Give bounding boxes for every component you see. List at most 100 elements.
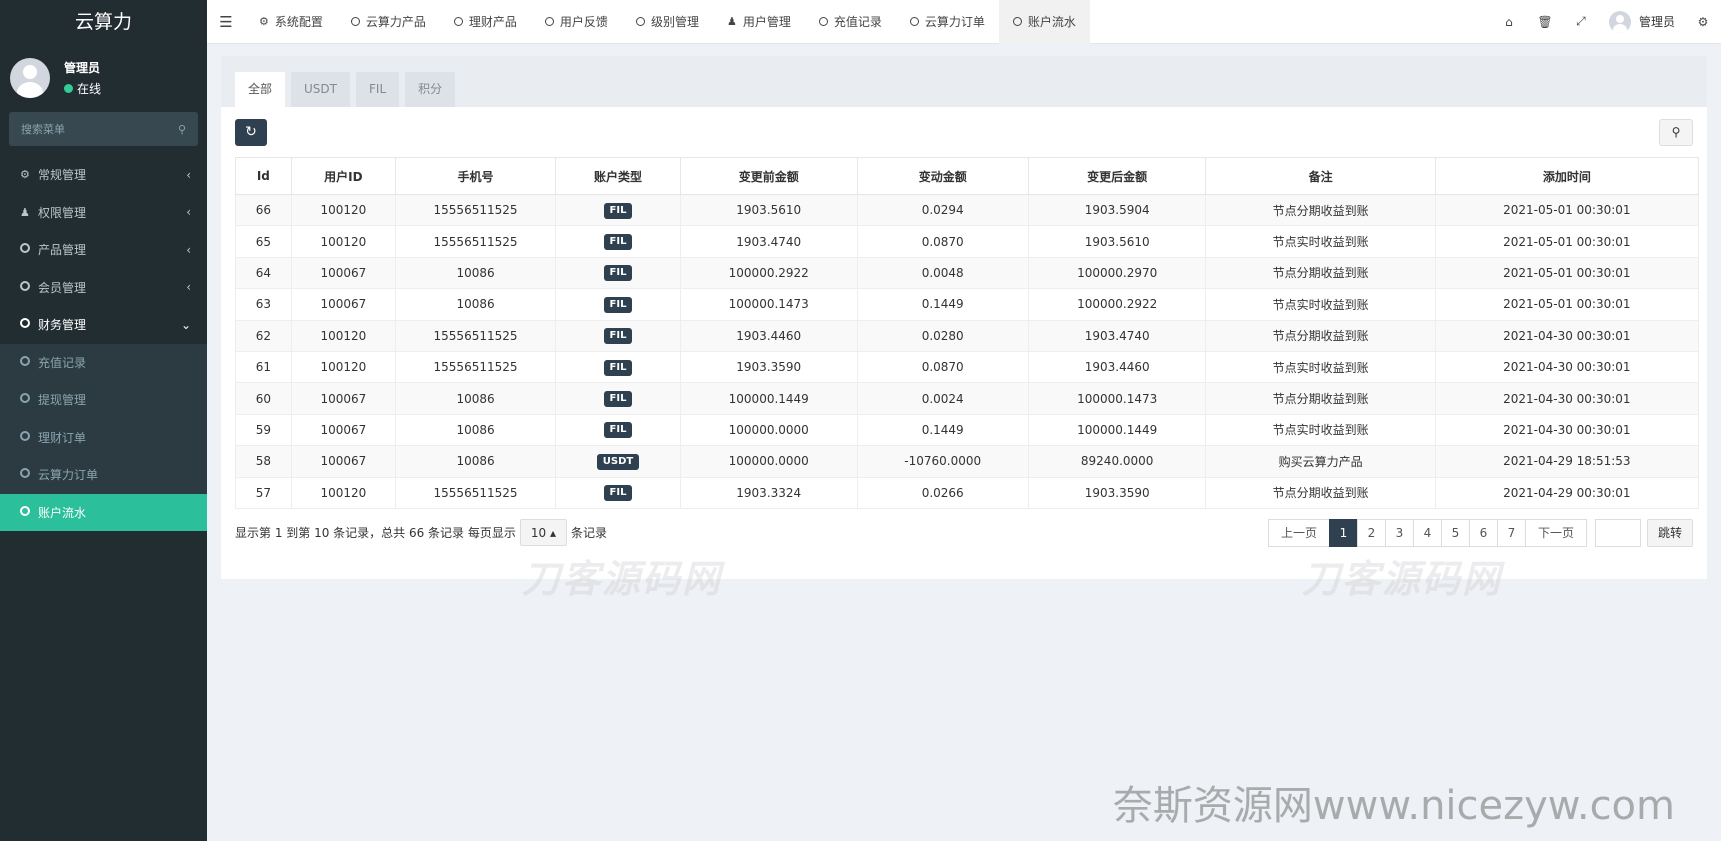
home-icon[interactable]: ⌂ [1491,15,1527,29]
account-type-badge: FIL [603,234,633,251]
chevron-down-icon: ⌄ [180,317,191,332]
col-account-type[interactable]: 账户类型 [555,157,681,195]
page-7-button[interactable]: 7 [1496,518,1526,547]
account-type-badge: FIL [603,202,633,219]
col-change-amount[interactable]: 变动金额 [856,157,1029,195]
top-nav: ⚙ 系统配置 云算力产品 理财产品 用户反馈 级别管理 ♟ 用户管理 充值记录 云算… [245,0,1090,44]
cell-user-id: 100067 [290,382,397,415]
sidebar-item-account-flow[interactable]: 账户流水 [0,493,207,531]
refresh-button[interactable]: ↻ [235,118,267,146]
account-type-badge: FIL [603,328,633,345]
cell-id: 57 [235,477,292,509]
account-type-badge: FIL [603,296,633,313]
col-created-at[interactable]: 添加时间 [1434,157,1700,195]
col-remark[interactable]: 备注 [1205,157,1436,195]
circle-icon [544,17,554,26]
table-row[interactable]: 64 100067 10086 FIL 100000.2922 0.0048 100000.… [235,257,1700,289]
tab-account-flow[interactable]: 账户流水 [998,0,1090,44]
circle-icon [909,17,919,26]
tab-all[interactable]: 全部 [235,72,286,107]
trash-icon[interactable]: 🗑 [1527,15,1563,29]
tab-fil[interactable]: FIL [356,72,400,107]
prev-page-button[interactable]: 上一页 [1267,518,1330,547]
table-row[interactable]: 59 100067 10086 FIL 100000.0000 0.1449 100000.… [235,414,1700,446]
watermark-center-left: 刀客源码网 [522,557,723,601]
jump-button[interactable]: 跳转 [1646,518,1693,547]
sidebar-item-permissions[interactable]: ♟ 权限管理 ‹ [0,194,207,232]
circle-icon [20,355,30,366]
sidebar-item-wealth-orders[interactable]: 理财订单 [0,419,207,457]
table-row[interactable]: 62 100120 15556511525 FIL 1903.4460 0.0280 190… [235,320,1700,352]
cell-account-type: FIL [555,288,681,321]
table-row[interactable]: 57 100120 15556511525 FIL 1903.3324 0.0266 190… [235,477,1700,509]
col-id[interactable]: Id [235,157,292,195]
search-button[interactable]: ⚲ [1659,118,1693,146]
gears-icon[interactable]: ⚙ [1685,15,1721,29]
cell-remark: 节点实时收益到账 [1205,288,1436,321]
next-page-button[interactable]: 下一页 [1524,518,1587,547]
top-user-menu[interactable]: 管理员 [1599,10,1685,33]
caret-up-icon: ▴ [550,525,557,540]
cell-id: 64 [235,257,292,289]
tab-system-config[interactable]: ⚙ 系统配置 [245,0,337,44]
table-row[interactable]: 60 100067 10086 FIL 100000.1449 0.0024 100000.… [235,382,1700,415]
page-1-button[interactable]: 1 [1328,518,1358,547]
sidebar-item-recharge[interactable]: 充值记录 [0,344,207,382]
table-row[interactable]: 66 100120 15556511525 FIL 1903.5610 0.0294 190… [235,194,1700,226]
cell-remark: 节点实时收益到账 [1205,351,1436,383]
sidebar-item-withdraw[interactable]: 提现管理 [0,381,207,419]
cell-before-amount: 1903.4460 [679,320,858,352]
jump-page-input[interactable] [1594,518,1641,547]
menu-search-input[interactable]: 搜索菜单 ⚲ [9,112,198,146]
table-row[interactable]: 58 100067 10086 USDT 100000.0000 -10760.0000 8… [235,445,1700,478]
cell-after-amount: 100000.2970 [1027,257,1207,289]
cell-created-at: 2021-04-30 00:30:01 [1434,382,1700,415]
col-after-amount[interactable]: 变更后金额 [1027,157,1207,195]
page-6-button[interactable]: 6 [1468,518,1498,547]
tab-hashpower-products[interactable]: 云算力产品 [337,0,440,44]
table-row[interactable]: 63 100067 10086 FIL 100000.1473 0.1449 100000.… [235,288,1700,321]
account-type-badge: FIL [603,485,633,502]
circle-icon [350,17,360,26]
cell-remark: 节点实时收益到账 [1205,225,1436,258]
circle-icon [20,243,30,254]
fullscreen-icon[interactable]: ⤢ [1563,14,1599,29]
col-user-id[interactable]: 用户ID [290,157,397,195]
tab-user-feedback[interactable]: 用户反馈 [531,0,622,44]
cell-account-type: FIL [555,225,681,258]
cell-created-at: 2021-04-29 00:30:01 [1434,477,1700,509]
account-flow-table: Id 用户ID 手机号 账户类型 变更前金额 变动金额 变更后金额 备注 添加时… [235,157,1700,509]
cell-id: 61 [235,351,292,383]
page-3-button[interactable]: 3 [1384,518,1414,547]
page-2-button[interactable]: 2 [1356,518,1386,547]
page-size-select[interactable]: 10 ▴ [519,519,568,547]
sidebar-item-finance[interactable]: 财务管理 ⌄ [0,306,207,344]
tab-recharge-records[interactable]: 充值记录 [805,0,896,44]
tab-user-management[interactable]: ♟ 用户管理 [713,0,805,44]
col-before-amount[interactable]: 变更前金额 [679,157,858,195]
table-row[interactable]: 61 100120 15556511525 FIL 1903.3590 0.0870 190… [235,351,1700,383]
cell-id: 62 [235,320,292,352]
sidebar-item-hashpower-orders[interactable]: 云算力订单 [0,456,207,494]
sidebar-item-members[interactable]: 会员管理 ‹ [0,269,207,307]
cell-after-amount: 100000.2922 [1027,288,1207,321]
sidebar-item-general[interactable]: ⚙ 常规管理 ‹ [0,156,207,194]
tab-hashpower-orders[interactable]: 云算力订单 [896,0,999,44]
col-phone[interactable]: 手机号 [395,157,557,195]
menu-toggle-icon[interactable]: ☰ [207,13,245,31]
pagination: 上一页 1 2 3 4 5 6 7 下一页 跳转 [1267,518,1693,547]
table-row[interactable]: 65 100120 15556511525 FIL 1903.4740 0.0870 190… [235,225,1700,258]
cell-change-amount: 0.1449 [856,414,1029,446]
sidebar-item-products[interactable]: 产品管理 ‹ [0,231,207,269]
circle-icon [453,17,463,26]
cell-account-type: USDT [555,445,681,478]
page-4-button[interactable]: 4 [1412,518,1442,547]
tab-wealth-products[interactable]: 理财产品 [440,0,531,44]
tab-level-management[interactable]: 级别管理 [622,0,713,44]
account-type-badge: FIL [603,391,633,408]
brand-logo[interactable]: 云算力 [0,0,207,44]
tab-points[interactable]: 积分 [405,72,456,107]
tab-usdt[interactable]: USDT [291,72,350,107]
page-5-button[interactable]: 5 [1440,518,1470,547]
circle-icon [1012,17,1022,26]
